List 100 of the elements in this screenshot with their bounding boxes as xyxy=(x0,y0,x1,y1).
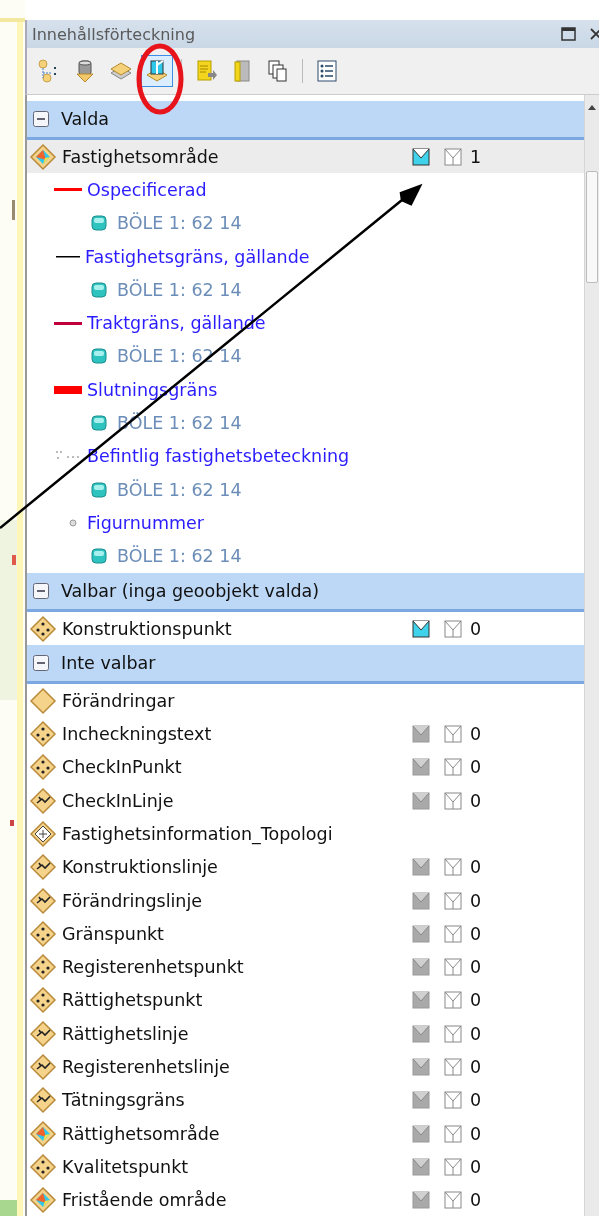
line-layer-icon xyxy=(29,1053,57,1082)
collapse-icon[interactable] xyxy=(33,655,49,672)
layer-name: Registerenhetslinje xyxy=(62,1057,230,1078)
feature-icon xyxy=(91,415,107,431)
line-layer-icon xyxy=(29,853,57,882)
maximize-icon[interactable] xyxy=(561,26,577,42)
selectable-checkbox[interactable] xyxy=(412,924,430,943)
feature-icon xyxy=(91,348,107,365)
layer-row[interactable]: CheckInLinje 0 xyxy=(27,784,584,818)
selectable-checkbox[interactable] xyxy=(412,1091,430,1110)
layer-row[interactable]: Kvalitetspunkt 0 xyxy=(27,1150,584,1184)
scroll-up-icon[interactable] xyxy=(587,103,597,111)
panel-title: Innehållsförteckning xyxy=(32,24,197,44)
feature-icon xyxy=(91,481,107,498)
show-selected-checkbox[interactable] xyxy=(444,1058,462,1077)
layer-row[interactable]: Fastighetsområde 1 xyxy=(27,140,584,174)
selectable-checkbox[interactable] xyxy=(412,1157,430,1176)
selectable-checkbox[interactable] xyxy=(412,858,430,877)
selected-count: 0 xyxy=(470,724,482,745)
selected-count: 0 xyxy=(470,757,482,778)
topology-layer-icon xyxy=(29,820,57,848)
layer-row[interactable]: Förändringslinje 0 xyxy=(27,883,584,918)
point-layer-icon xyxy=(29,720,57,749)
selectable-checkbox[interactable] xyxy=(412,758,430,777)
selected-count: 0 xyxy=(470,1090,482,1111)
collapse-icon[interactable] xyxy=(33,582,49,599)
selectable-checkbox[interactable] xyxy=(412,791,430,810)
layer-row[interactable]: Registerenhetspunkt 0 xyxy=(27,950,584,984)
show-selected-checkbox[interactable] xyxy=(444,891,462,910)
layer-row[interactable]: Konstruktionslinje 0 xyxy=(27,850,584,884)
selectable-checkbox[interactable] xyxy=(412,619,430,638)
selectable-checkbox[interactable] xyxy=(412,1124,430,1143)
selectable-checkbox[interactable] xyxy=(412,958,430,977)
show-selected-checkbox[interactable] xyxy=(444,619,462,638)
selected-count: 0 xyxy=(470,923,482,944)
layer-row[interactable]: Rättighetsområde 0 xyxy=(27,1117,584,1151)
scrollbar[interactable] xyxy=(584,95,599,1216)
layer-row[interactable]: Fristående område 0 xyxy=(27,1183,584,1216)
document-icon xyxy=(194,59,218,83)
selected-count: 0 xyxy=(470,890,482,911)
area-layer-icon xyxy=(29,142,57,171)
show-selected-checkbox[interactable] xyxy=(444,758,462,777)
selected-count: 0 xyxy=(470,790,482,811)
area-layer-icon xyxy=(29,1186,57,1215)
show-selected-checkbox[interactable] xyxy=(444,1124,462,1143)
show-selected-checkbox[interactable] xyxy=(444,958,462,977)
show-selected-checkbox[interactable] xyxy=(444,1191,462,1210)
layer-row[interactable]: Rättighetslinje 0 xyxy=(27,1017,584,1051)
line-layer-icon xyxy=(29,1086,57,1115)
layer-row[interactable]: Förändringar xyxy=(27,684,584,718)
layer-name: Konstruktionspunkt xyxy=(62,618,232,639)
selected-count: 0 xyxy=(470,1023,482,1044)
selected-count: 0 xyxy=(470,990,482,1011)
selectable-checkbox[interactable] xyxy=(412,1191,430,1210)
layer-row[interactable]: Rättighetspunkt 0 xyxy=(27,983,584,1018)
show-selected-checkbox[interactable] xyxy=(444,1024,462,1043)
toolbar-button[interactable] xyxy=(141,55,173,87)
show-selected-checkbox[interactable] xyxy=(444,147,462,166)
show-selected-checkbox[interactable] xyxy=(444,791,462,810)
show-selected-checkbox[interactable] xyxy=(444,991,462,1010)
layer-row[interactable]: Konstruktionspunkt 0 xyxy=(27,611,584,646)
layer-name: Förändringar xyxy=(62,690,175,711)
layer-name: Konstruktionslinje xyxy=(62,857,218,878)
layer-row[interactable]: Fastighetsinformation_Topologi xyxy=(27,817,584,851)
show-selected-checkbox[interactable] xyxy=(444,924,462,943)
show-selected-checkbox[interactable] xyxy=(444,725,462,744)
feature-icon xyxy=(91,281,107,298)
area-layer-icon xyxy=(29,1119,57,1148)
selected-count: 1 xyxy=(470,146,482,167)
collapse-icon[interactable] xyxy=(33,111,49,127)
group-header[interactable]: Inte valbar xyxy=(27,645,584,685)
symbol-class-name: Ospecificerad xyxy=(87,179,207,200)
selected-count: 0 xyxy=(470,618,482,639)
close-icon[interactable] xyxy=(589,26,599,42)
point-layer-icon xyxy=(29,919,57,948)
selectable-checkbox[interactable] xyxy=(412,1024,430,1043)
layer-row[interactable]: Incheckningstext 0 xyxy=(27,717,584,751)
line-layer-icon xyxy=(29,1019,57,1048)
selectable-checkbox[interactable] xyxy=(412,891,430,910)
feature-icon xyxy=(91,548,107,565)
scrollbar-thumb[interactable] xyxy=(586,171,598,283)
layer-row[interactable]: Tätningsgräns 0 xyxy=(27,1083,584,1117)
layer-name: Tätningsgräns xyxy=(62,1090,185,1111)
layer-name: Rättighetsområde xyxy=(62,1123,220,1144)
group-header[interactable]: Valda xyxy=(27,101,584,140)
group-title: Valda xyxy=(61,109,110,129)
point-layer-icon xyxy=(29,753,57,782)
selectable-checkbox[interactable] xyxy=(412,147,430,166)
group-title: Valbar (inga geoobjekt valda) xyxy=(61,580,320,601)
list-icon xyxy=(315,59,339,83)
show-selected-checkbox[interactable] xyxy=(444,1157,462,1176)
show-selected-checkbox[interactable] xyxy=(444,858,462,877)
show-selected-checkbox[interactable] xyxy=(444,1091,462,1110)
selectable-checkbox[interactable] xyxy=(412,1058,430,1077)
layer-row[interactable]: CheckInPunkt 0 xyxy=(27,750,584,785)
layer-row[interactable]: Registerenhetslinje 0 xyxy=(27,1050,584,1084)
selectable-checkbox[interactable] xyxy=(412,991,430,1010)
selectable-checkbox[interactable] xyxy=(412,725,430,744)
layer-row[interactable]: Gränspunkt 0 xyxy=(27,917,584,951)
group-header[interactable]: Valbar (inga geoobjekt valda) xyxy=(27,572,584,612)
